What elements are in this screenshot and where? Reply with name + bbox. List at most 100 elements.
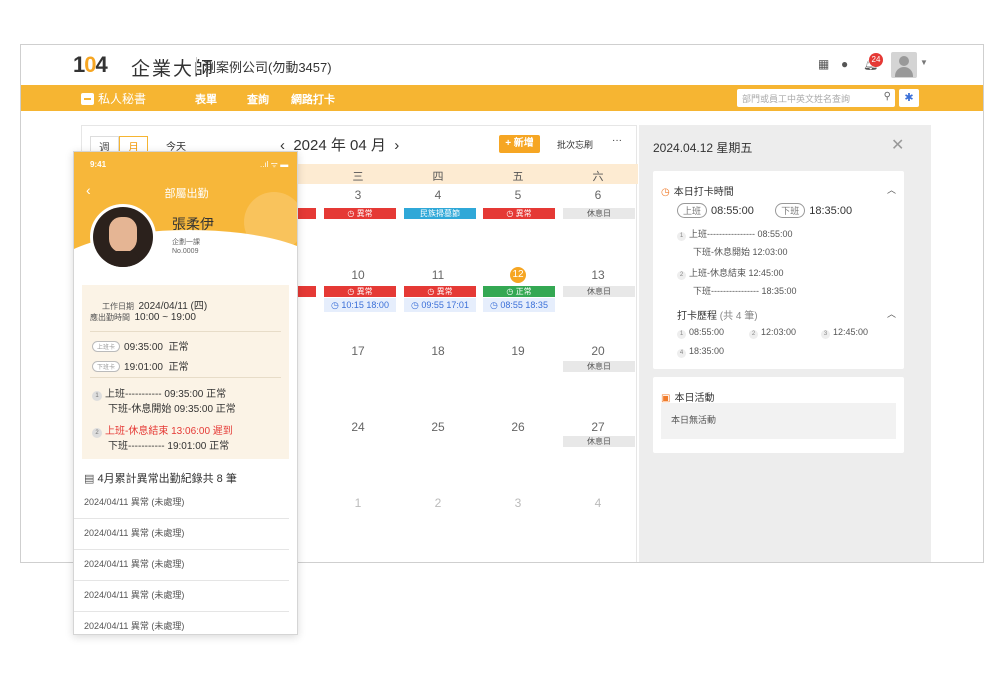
history-item: 2 12:03:00 bbox=[749, 327, 796, 339]
abnormal-tag[interactable] bbox=[296, 286, 316, 297]
rest-day-tag: 休息日 bbox=[563, 361, 635, 372]
list-item[interactable]: 2024/04/11 異常 (未處理) bbox=[74, 550, 289, 581]
weekday: 五 bbox=[512, 171, 524, 183]
day-cell-today[interactable]: 12 bbox=[478, 266, 558, 283]
day-cell[interactable]: 20 bbox=[558, 344, 638, 358]
punch-record: 下班-休息開始 12:03:00 bbox=[693, 247, 788, 257]
more-icon[interactable]: ··· bbox=[612, 135, 622, 146]
day-cell[interactable]: 5 bbox=[478, 188, 558, 202]
chevron-up-icon[interactable]: ︿ bbox=[887, 307, 896, 320]
nav-forms[interactable]: 表單 bbox=[195, 91, 217, 107]
chat-icon[interactable]: ● bbox=[841, 57, 848, 71]
day-cell[interactable]: 17 bbox=[318, 344, 398, 358]
abnormal-tag[interactable]: ◷ 異常 bbox=[483, 208, 555, 219]
employee-name: 張柔伊 bbox=[172, 216, 214, 232]
punch-time-tag[interactable]: ◷ 10:15 18:00 bbox=[324, 298, 396, 312]
holiday-tag: 民族掃墓節 bbox=[404, 208, 476, 219]
weekday: 三 bbox=[352, 171, 364, 183]
activity-card: ▣ 本日活動 本日無活動 bbox=[653, 377, 904, 453]
list-item[interactable]: 2024/04/11 異常 (未處理) bbox=[74, 612, 289, 634]
company-name: 測案例公司(勿動3457) bbox=[203, 60, 332, 75]
attendance-detail: 工作日期 2024/04/11 (四) 應出勤時間 10:00 ~ 19:00 … bbox=[82, 285, 289, 459]
panel-date: 2024.04.12 星期五 bbox=[653, 141, 753, 155]
chevron-up-icon[interactable]: ︿ bbox=[887, 183, 896, 196]
mobile-preview: 9:41 ..ıl ᯤ ▬ ‹ 部屬出勤 張柔伊 企劃一課 No.0009 工作… bbox=[73, 151, 298, 635]
activity-title: ▣ 本日活動 bbox=[661, 393, 715, 404]
nav-punch[interactable]: 網路打卡 bbox=[291, 91, 335, 107]
punch-title: ◷ 本日打卡時間 bbox=[661, 187, 734, 198]
clock-icon: ◷ bbox=[661, 187, 670, 198]
nav-query[interactable]: 查詢 bbox=[247, 91, 269, 107]
work-hours: 應出勤時間 10:00 ~ 19:00 bbox=[90, 312, 196, 323]
day-cell-next-month[interactable]: 4 bbox=[558, 496, 638, 510]
search-input[interactable]: 部門或員工中英文姓名查詢 ⚲ bbox=[737, 89, 895, 107]
abnormal-summary: ▤ 4月累計異常出勤紀錄共 8 筆 bbox=[84, 473, 237, 485]
gear-icon[interactable]: ✱ bbox=[899, 89, 919, 107]
chevron-down-icon[interactable]: ▼ bbox=[920, 58, 928, 67]
calendar-icon: ▤ bbox=[84, 473, 95, 485]
nav-bar: 私人秘書 表單 查詢 網路打卡 部門或員工中英文姓名查詢 ⚲ ✱ bbox=[21, 85, 983, 111]
day-cell-next-month[interactable]: 3 bbox=[478, 496, 558, 510]
abnormal-tag[interactable] bbox=[296, 208, 316, 219]
punch-record: 下班---------------- 18:35:00 bbox=[693, 286, 797, 296]
abnormal-tag[interactable]: ◷ 異常 bbox=[324, 286, 396, 297]
punch-record: 1 上班---------------- 08:55:00 bbox=[677, 227, 793, 241]
detail-panel: 2024.04.12 星期五 ✕ ◷ 本日打卡時間 ︿ 上班 08:55:00 下班… bbox=[639, 125, 931, 562]
abnormal-tag[interactable]: ◷ 異常 bbox=[404, 286, 476, 297]
employee-photo bbox=[90, 204, 156, 270]
punch-record: 下班-休息開始 09:35:00 正常 bbox=[108, 404, 236, 415]
work-date: 工作日期 2024/04/11 (四) bbox=[102, 301, 208, 312]
day-cell[interactable]: 11 bbox=[398, 268, 478, 282]
day-cell[interactable]: 26 bbox=[478, 420, 558, 434]
month-title: 2024 年 04 月 bbox=[293, 137, 386, 154]
employee-dept: 企劃一課 bbox=[172, 239, 200, 246]
close-icon[interactable]: ✕ bbox=[891, 135, 904, 155]
day-cell-next-month[interactable]: 2 bbox=[398, 496, 478, 510]
batch-button[interactable]: 批次忘刷 bbox=[557, 138, 593, 151]
rest-day-tag: 休息日 bbox=[563, 436, 635, 447]
list-item[interactable]: 2024/04/11 異常 (未處理) bbox=[74, 519, 289, 550]
day-cell[interactable]: 18 bbox=[398, 344, 478, 358]
weekday: 六 bbox=[592, 171, 604, 183]
history-title: 打卡歷程 (共 4 筆) bbox=[677, 311, 758, 322]
day-cell[interactable]: 24 bbox=[318, 420, 398, 434]
punch-record: 下班----------- 19:01:00 正常 bbox=[108, 441, 230, 452]
punch-record: 1 上班----------- 09:35:00 正常 bbox=[92, 385, 226, 401]
search-icon[interactable]: ⚲ bbox=[884, 91, 891, 102]
weekday: 四 bbox=[432, 171, 444, 183]
day-cell[interactable]: 27 bbox=[558, 420, 638, 434]
day-cell[interactable]: 10 bbox=[318, 268, 398, 282]
punch-summary: 上班 08:55:00 下班 18:35:00 bbox=[677, 203, 852, 218]
next-month-icon[interactable]: › bbox=[394, 137, 399, 154]
off-punch: 下班卡 19:01:00 正常 bbox=[92, 358, 189, 373]
day-cell-next-month[interactable]: 1 bbox=[318, 496, 398, 510]
abnormal-tag[interactable]: ◷ 異常 bbox=[324, 208, 396, 219]
on-punch: 上班卡 09:35:00 正常 bbox=[92, 338, 189, 353]
nav-home[interactable]: 私人秘書 bbox=[81, 90, 146, 107]
add-button[interactable]: + 新增 bbox=[499, 135, 540, 153]
list-item[interactable]: 2024/04/11 異常 (未處理) bbox=[74, 488, 289, 519]
history-item: 4 18:35:00 bbox=[677, 346, 724, 358]
employee-number: No.0009 bbox=[172, 248, 199, 255]
day-cell[interactable]: 13 bbox=[558, 268, 638, 282]
punch-record: 2 上班-休息結束 12:45:00 bbox=[677, 266, 784, 280]
punch-time-tag[interactable]: ◷ 08:55 18:35 bbox=[483, 298, 555, 312]
day-cell[interactable]: 25 bbox=[398, 420, 478, 434]
status-time: 9:41 bbox=[90, 160, 107, 169]
apps-grid-icon[interactable]: ▦ bbox=[818, 57, 829, 71]
day-cell[interactable]: 4 bbox=[398, 188, 478, 202]
user-avatar[interactable] bbox=[891, 52, 917, 78]
history-item: 3 12:45:00 bbox=[821, 327, 868, 339]
punch-record-late: 2 上班-休息結束 13:06:00 遲到 bbox=[92, 422, 233, 438]
day-cell[interactable]: 19 bbox=[478, 344, 558, 358]
notification-badge: 24 bbox=[869, 53, 883, 67]
normal-tag[interactable]: ◷ 正常 bbox=[483, 286, 555, 297]
day-cell[interactable]: 6 bbox=[558, 188, 638, 202]
history-item: 1 08:55:00 bbox=[677, 327, 724, 339]
punch-time-tag[interactable]: ◷ 09:55 17:01 bbox=[404, 298, 476, 312]
list-item[interactable]: 2024/04/11 異常 (未處理) bbox=[74, 581, 289, 612]
day-cell[interactable]: 3 bbox=[318, 188, 398, 202]
divider bbox=[196, 57, 197, 73]
logo[interactable]: 104 bbox=[73, 52, 108, 78]
abnormal-list: 2024/04/11 異常 (未處理) 2024/04/11 異常 (未處理) … bbox=[74, 488, 297, 634]
